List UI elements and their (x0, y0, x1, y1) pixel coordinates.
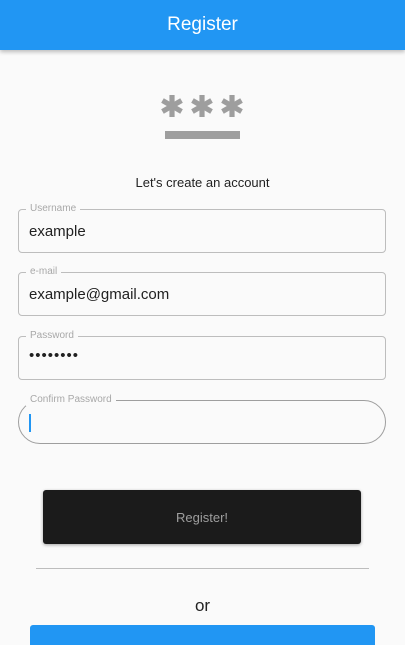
alternate-sign-in-button[interactable] (30, 625, 375, 645)
text-cursor (29, 414, 31, 432)
divider (36, 568, 369, 569)
page-subtitle: Let's create an account (135, 175, 270, 190)
email-value: example@gmail.com (29, 286, 170, 303)
username-label: Username (26, 203, 81, 215)
confirm-password-field[interactable]: Confirm Password (18, 394, 386, 444)
app-bar-title: Register (167, 14, 238, 35)
email-field[interactable]: e-mail example@gmail.com (18, 266, 386, 316)
password-value: •••••••• (29, 347, 80, 364)
register-button[interactable]: Register! (43, 490, 361, 544)
app-bar: Register (0, 0, 405, 50)
or-separator-text: or (194, 596, 211, 615)
email-label: e-mail (26, 266, 62, 278)
confirm-password-label: Confirm Password (26, 394, 116, 406)
username-value: example (29, 223, 86, 240)
password-icon (161, 95, 243, 139)
password-field[interactable]: Password •••••••• (18, 330, 386, 380)
password-label: Password (26, 330, 78, 342)
register-button-label: Register! (175, 509, 229, 525)
username-field[interactable]: Username example (18, 203, 386, 253)
